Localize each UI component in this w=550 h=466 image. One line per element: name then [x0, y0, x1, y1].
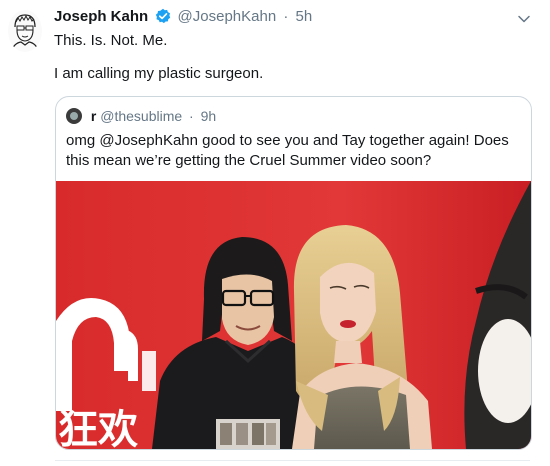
quoted-author-name: r	[90, 108, 97, 124]
quoted-header-separator: ·	[189, 108, 194, 124]
quoted-tweet-timestamp: 9h	[200, 108, 217, 124]
quoted-tweet-card[interactable]: r @thesublime · 9h omg @JosephKahn good …	[55, 96, 532, 450]
quoted-tweet-header: r @thesublime · 9h	[66, 107, 216, 125]
author-avatar[interactable]	[8, 10, 42, 52]
chevron-down-icon[interactable]	[517, 12, 531, 26]
quoted-tweet-photo[interactable]: 狂欢	[56, 181, 531, 449]
quoted-author-handle: @thesublime	[100, 108, 183, 124]
tweet-header: Joseph Kahn @JosephKahn · 5h	[54, 7, 524, 30]
author-name[interactable]: Joseph Kahn	[54, 8, 148, 25]
header-separator: ·	[283, 8, 289, 25]
quoted-tweet-text: omg @JosephKahn good to see you and Tay …	[66, 132, 509, 169]
tweet-text-line-1: This. Is. Not. Me.	[54, 32, 168, 49]
photo-sign-text: 狂欢	[58, 407, 138, 449]
author-handle[interactable]: @JosephKahn	[178, 8, 277, 25]
tweet-timestamp[interactable]: 5h	[296, 8, 313, 25]
bottom-divider	[55, 460, 530, 461]
tweet-text-line-2: I am calling my plastic surgeon.	[54, 65, 264, 82]
quoted-author-avatar	[66, 108, 82, 124]
verified-badge-icon	[155, 8, 171, 30]
